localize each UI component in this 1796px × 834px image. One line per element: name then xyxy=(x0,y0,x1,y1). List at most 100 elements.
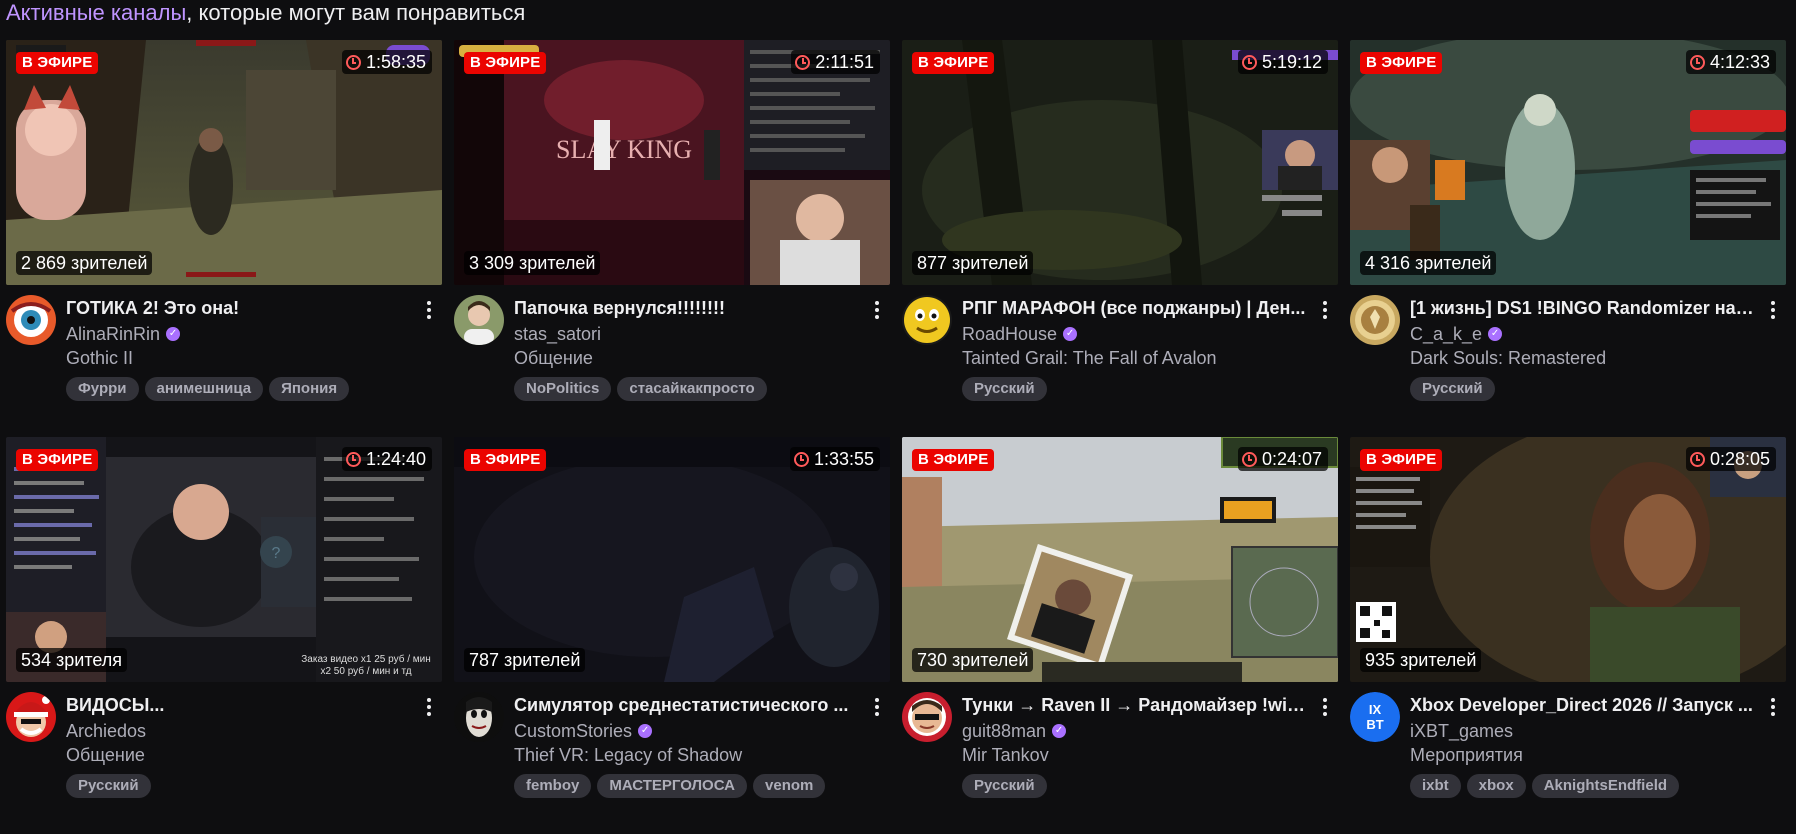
game-name[interactable]: Общение xyxy=(514,347,860,369)
channel-avatar[interactable]: IX BT xyxy=(1350,692,1400,742)
stream-card: В ЭФИРЕ 1:58:35 2 869 зрителей ГОТИКА 2!… xyxy=(6,40,442,437)
tag-list: Русский xyxy=(66,774,412,798)
more-options-icon[interactable] xyxy=(868,297,886,323)
channel-avatar[interactable] xyxy=(902,692,952,742)
stream-thumbnail[interactable]: В ЭФИРЕ 0:28:05 935 зрителей xyxy=(1350,437,1786,682)
channel-name-row[interactable]: AlinaRinRin ✓ xyxy=(66,323,412,345)
stream-thumbnail[interactable]: В ЭФИРЕ 1:58:35 2 869 зрителей xyxy=(6,40,442,285)
game-name[interactable]: Gothic II xyxy=(66,347,412,369)
stream-thumbnail[interactable]: В ЭФИРЕ 0:24:07 730 зрителей xyxy=(902,437,1338,682)
verified-icon: ✓ xyxy=(1488,327,1503,341)
channel-name[interactable]: C_a_k_e xyxy=(1410,323,1482,345)
stream-thumbnail[interactable]: В ЭФИРЕ 4:12:33 4 316 зрителей xyxy=(1350,40,1786,285)
stream-title[interactable]: ГОТИКА 2! Это она! xyxy=(66,297,412,319)
channel-avatar[interactable] xyxy=(454,295,504,345)
more-options-icon[interactable] xyxy=(1764,694,1782,720)
stream-title[interactable]: ВИДОСЫ... xyxy=(66,694,412,716)
uptime-badge: 0:28:05 xyxy=(1685,447,1776,471)
live-badge: В ЭФИРЕ xyxy=(912,449,995,471)
channel-avatar[interactable] xyxy=(6,692,56,742)
question-icon: ? xyxy=(272,545,281,562)
uptime-value: 0:28:05 xyxy=(1709,449,1770,469)
channel-avatar[interactable] xyxy=(454,692,504,742)
channel-name[interactable]: guit88man xyxy=(962,720,1046,742)
tag[interactable]: AknightsEndfield xyxy=(1531,774,1680,798)
game-name[interactable]: Mir Tankov xyxy=(962,744,1308,766)
tag[interactable]: femboy xyxy=(514,774,592,798)
channel-name[interactable]: Archiedos xyxy=(66,720,146,742)
channel-name-row[interactable]: guit88man ✓ xyxy=(962,720,1308,742)
more-options-icon[interactable] xyxy=(1316,297,1334,323)
stream-title[interactable]: РПГ МАРАФОН (все поджанры) | Ден... xyxy=(962,297,1308,319)
channel-avatar[interactable] xyxy=(6,295,56,345)
thumbnail-image xyxy=(1350,40,1786,285)
stream-title[interactable]: Симулятор среднестатистического ... xyxy=(514,694,860,716)
heading-text: , которые могут вам понравиться xyxy=(186,0,526,25)
channel-name[interactable]: AlinaRinRin xyxy=(66,323,160,345)
heading-link[interactable]: Активные каналы xyxy=(6,0,186,25)
tag[interactable]: Русский xyxy=(1410,377,1495,401)
stream-thumbnail[interactable]: ? Заказ видео x1 25 руб / мин x2 50 руб … xyxy=(6,437,442,682)
live-badge: В ЭФИРЕ xyxy=(464,52,547,74)
svg-text:IX: IX xyxy=(1369,702,1382,717)
stream-card: В ЭФИРЕ 1:33:55 787 зрителей Симулятор с… xyxy=(454,437,890,834)
stream-thumbnail[interactable]: В ЭФИРЕ 5:19:12 877 зрителей xyxy=(902,40,1338,285)
tag[interactable]: Русский xyxy=(66,774,151,798)
channel-name-row[interactable]: Archiedos xyxy=(66,720,412,742)
channel-avatar[interactable] xyxy=(1350,295,1400,345)
tag[interactable]: ixbt xyxy=(1410,774,1461,798)
channel-name[interactable]: stas_satori xyxy=(514,323,601,345)
tag[interactable]: стасайкакпросто xyxy=(617,377,767,401)
channel-name-row[interactable]: iXBT_games xyxy=(1410,720,1756,742)
stream-thumbnail[interactable]: В ЭФИРЕ 1:33:55 787 зрителей xyxy=(454,437,890,682)
stream-title[interactable]: Папочка вернулся!!!!!!!! xyxy=(514,297,860,319)
game-name[interactable]: Мероприятия xyxy=(1410,744,1756,766)
uptime-badge: 2:11:51 xyxy=(791,50,880,74)
channel-name-row[interactable]: RoadHouse ✓ xyxy=(962,323,1308,345)
tag[interactable]: xbox xyxy=(1466,774,1526,798)
stream-title[interactable]: Xbox Developer_Direct 2026 // Запуск ... xyxy=(1410,694,1756,716)
section-heading: Активные каналы, которые могут вам понра… xyxy=(6,0,525,28)
channel-name[interactable]: CustomStories xyxy=(514,720,632,742)
clock-icon xyxy=(345,54,361,70)
channel-name[interactable]: RoadHouse xyxy=(962,323,1057,345)
channel-avatar[interactable] xyxy=(902,295,952,345)
channel-name-row[interactable]: CustomStories ✓ xyxy=(514,720,860,742)
clock-icon xyxy=(1241,54,1257,70)
game-name[interactable]: Thief VR: Legacy of Shadow xyxy=(514,744,860,766)
tag[interactable]: анимешница xyxy=(144,377,264,401)
verified-icon: ✓ xyxy=(1052,724,1067,738)
clock-icon xyxy=(345,451,361,467)
tag-list: Русский xyxy=(1410,377,1756,401)
viewer-count: 935 зрителей xyxy=(1360,648,1482,672)
live-badge: В ЭФИРЕ xyxy=(1360,449,1443,471)
live-badge: В ЭФИРЕ xyxy=(912,52,995,74)
tag[interactable]: venom xyxy=(753,774,826,798)
tag[interactable]: Русский xyxy=(962,774,1047,798)
stream-title[interactable]: Тунки → Raven II → Рандомайзер !winl... xyxy=(962,694,1308,716)
channel-name-row[interactable]: stas_satori xyxy=(514,323,860,345)
game-name[interactable]: Dark Souls: Remastered xyxy=(1410,347,1756,369)
game-name[interactable]: Tainted Grail: The Fall of Avalon xyxy=(962,347,1308,369)
channel-name[interactable]: iXBT_games xyxy=(1410,720,1513,742)
game-name[interactable]: Общение xyxy=(66,744,412,766)
more-options-icon[interactable] xyxy=(868,694,886,720)
channel-name-row[interactable]: C_a_k_e ✓ xyxy=(1410,323,1756,345)
more-options-icon[interactable] xyxy=(1316,694,1334,720)
more-options-icon[interactable] xyxy=(420,694,438,720)
tag-list: Русский xyxy=(962,774,1308,798)
tag[interactable]: Фурри xyxy=(66,377,139,401)
svg-text:BT: BT xyxy=(1366,717,1383,732)
uptime-value: 0:24:07 xyxy=(1261,449,1322,469)
uptime-badge: 0:24:07 xyxy=(1237,447,1328,471)
stream-thumbnail[interactable]: SLAY KING В ЭФИРЕ 2:11:51 3 309 зрителей xyxy=(454,40,890,285)
viewer-count: 534 зрителя xyxy=(16,648,128,672)
tag[interactable]: Русский xyxy=(962,377,1047,401)
tag[interactable]: NoPolitics xyxy=(514,377,612,401)
tag[interactable]: Япония xyxy=(269,377,350,401)
more-options-icon[interactable] xyxy=(1764,297,1782,323)
tag[interactable]: МАСТЕРГОЛОСА xyxy=(597,774,748,798)
more-options-icon[interactable] xyxy=(420,297,438,323)
uptime-value: 5:19:12 xyxy=(1261,52,1322,72)
stream-title[interactable]: [1 жизнь] DS1 !BINGO Randomizer на 5... xyxy=(1410,297,1756,319)
